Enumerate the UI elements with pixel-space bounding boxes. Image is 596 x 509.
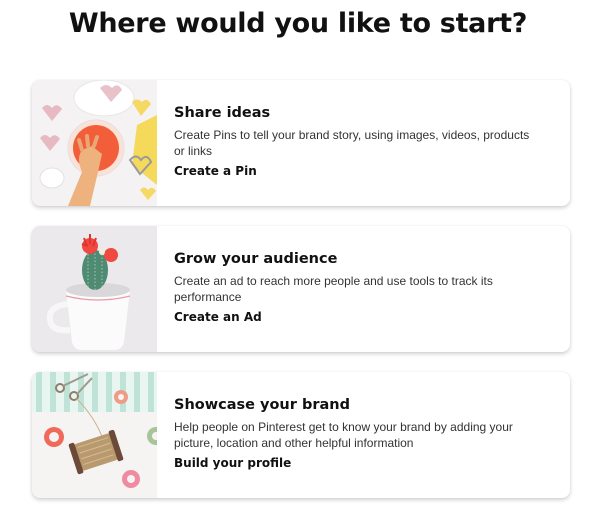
cactus-cup-image bbox=[32, 226, 157, 352]
build-profile-link[interactable]: Build your profile bbox=[174, 455, 291, 471]
card-description: Create Pins to tell your brand story, us… bbox=[174, 128, 530, 158]
card-description: Create an ad to reach more people and us… bbox=[174, 274, 493, 304]
card-description: Help people on Pinterest get to know you… bbox=[174, 420, 513, 450]
card-title: Share ideas bbox=[174, 105, 271, 121]
twine-washi-tape-image bbox=[32, 372, 157, 498]
create-ad-link[interactable]: Create an Ad bbox=[174, 309, 262, 325]
card-title: Showcase your brand bbox=[174, 397, 350, 413]
share-ideas-card[interactable]: Share ideas Create Pins to tell your bra… bbox=[32, 80, 570, 206]
grow-audience-card[interactable]: Grow your audience Create an ad to reach… bbox=[32, 226, 570, 352]
baking-hearts-image bbox=[32, 80, 157, 206]
card-title: Grow your audience bbox=[174, 251, 338, 267]
page-title: Where would you like to start? bbox=[68, 8, 528, 39]
create-pin-link[interactable]: Create a Pin bbox=[174, 163, 257, 179]
showcase-brand-card[interactable]: Showcase your brand Help people on Pinte… bbox=[32, 372, 570, 498]
